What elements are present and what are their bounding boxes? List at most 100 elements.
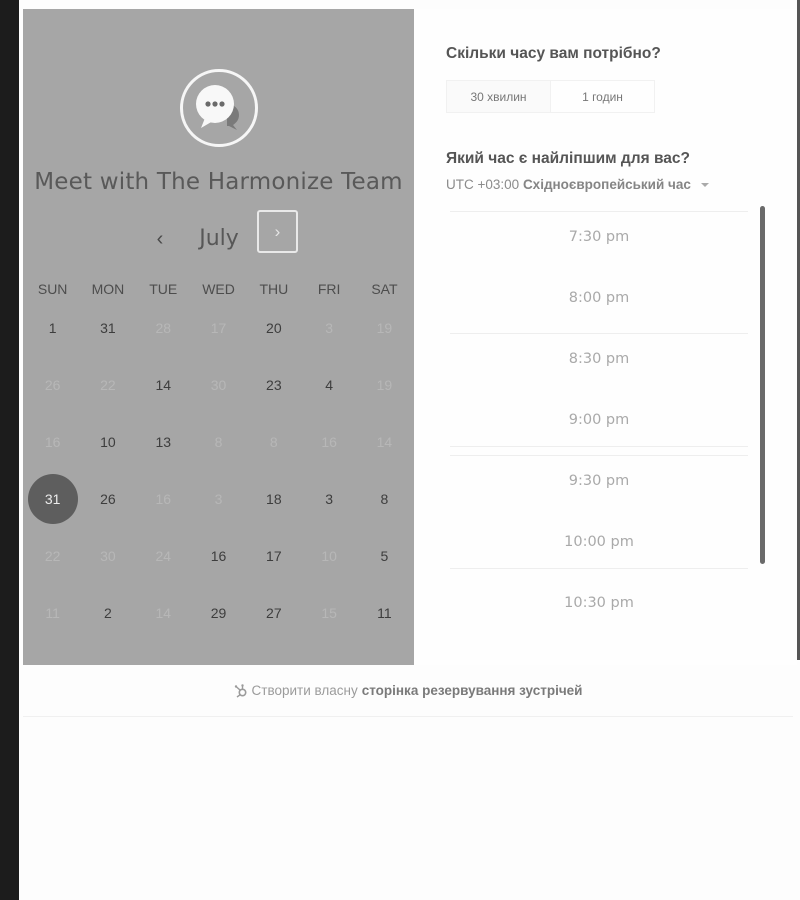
day-number: 24 <box>155 547 172 564</box>
duration-question: Скільки часу вам потрібно? <box>446 45 661 62</box>
calendar-day[interactable]: 20 <box>246 299 301 356</box>
day-number: 10 <box>100 433 116 450</box>
day-number: 28 <box>155 319 172 336</box>
day-number: 5 <box>380 547 389 564</box>
chevron-right-icon: › <box>274 221 281 241</box>
day-number: 15 <box>321 604 337 621</box>
duration-option-1-hour[interactable]: 1 годин <box>551 81 654 112</box>
calendar-day[interactable]: 4 <box>301 356 356 413</box>
day-number: 20 <box>266 319 282 336</box>
calendar-day: 14 <box>357 413 412 470</box>
time-slots-scrollbar[interactable] <box>760 206 765 564</box>
create-booking-page-link[interactable]: сторінка резервування зустрічей <box>362 683 583 698</box>
booking-panel: Скільки часу вам потрібно? 30 хвилин 1 г… <box>414 9 797 665</box>
time-slot[interactable]: 8:00 pm <box>450 278 748 318</box>
calendar-day[interactable]: 29 <box>191 584 246 641</box>
slot-divider <box>450 211 748 212</box>
weekday-label: SAT <box>371 281 398 297</box>
calendar-day: 8 <box>191 413 246 470</box>
weekday-label: SUN <box>37 281 68 297</box>
calendar-day[interactable]: 16 <box>191 527 246 584</box>
calendar-day[interactable]: 27 <box>246 584 301 641</box>
calendar-day: 16 <box>25 413 80 470</box>
day-number: 30 <box>210 376 227 393</box>
day-number: 8 <box>380 490 389 507</box>
prev-month-button[interactable]: ‹ <box>146 218 174 260</box>
day-number: 1 <box>48 319 57 336</box>
calendar-day: 19 <box>357 356 412 413</box>
calendar-day[interactable]: 31 <box>80 299 135 356</box>
calendar-day: 24 <box>136 527 191 584</box>
day-number: 26 <box>100 490 116 507</box>
day-number: 8 <box>214 433 223 450</box>
calendar-day[interactable]: 5 <box>357 527 412 584</box>
day-number: 3 <box>325 490 334 507</box>
day-number: 3 <box>325 319 334 336</box>
day-number: 31 <box>27 473 78 524</box>
slot-divider <box>450 568 748 569</box>
calendar-day[interactable]: 23 <box>246 356 301 413</box>
footer-text: Створити власну <box>251 683 358 698</box>
chat-bubble-icon <box>196 85 239 130</box>
day-number: 31 <box>100 319 116 336</box>
day-number: 14 <box>155 376 172 393</box>
footer: Створити власну сторінка резервування зу… <box>23 665 793 717</box>
slot-divider <box>450 333 748 334</box>
next-month-button[interactable]: › <box>257 210 298 253</box>
calendar-day: 11 <box>25 584 80 641</box>
timezone-name: Східноєвропейський час <box>522 177 691 192</box>
slot-divider <box>450 455 748 456</box>
calendar-day: 10 <box>301 527 356 584</box>
calendar-day: 14 <box>136 584 191 641</box>
day-number: 11 <box>45 604 60 621</box>
calendar-day[interactable]: 13 <box>136 413 191 470</box>
calendar-day[interactable]: 2 <box>80 584 135 641</box>
calendar-day: 30 <box>80 527 135 584</box>
calendar-day: 22 <box>80 356 135 413</box>
time-question: Який час є найліпшим для вас? <box>446 150 690 167</box>
day-number: 8 <box>269 433 278 450</box>
calendar-day: 3 <box>191 470 246 527</box>
day-number: 22 <box>44 547 61 564</box>
calendar-day[interactable]: 17 <box>246 527 301 584</box>
calendar-day[interactable]: 8 <box>357 470 412 527</box>
weekday-header: SUN MON TUE WED THU FRI SAT <box>25 279 414 299</box>
day-number: 19 <box>376 319 393 336</box>
calendar-day[interactable]: 14 <box>136 356 191 413</box>
calendar-day[interactable]: 3 <box>301 470 356 527</box>
time-slot[interactable]: 9:30 pm <box>450 461 748 501</box>
timezone-offset: UTC +03:00 <box>446 177 520 192</box>
day-number: 18 <box>266 490 282 507</box>
day-number: 26 <box>44 376 61 393</box>
meeting-title: Meet with The Harmonize Team <box>34 169 403 195</box>
day-number: 17 <box>210 319 227 336</box>
company-logo <box>180 69 258 147</box>
calendar-day: 16 <box>301 413 356 470</box>
calendar-day[interactable]: 1 <box>25 299 80 356</box>
time-slot[interactable]: 10:00 pm <box>450 522 748 562</box>
weekday-label: FRI <box>317 281 341 297</box>
day-number: 11 <box>377 604 392 621</box>
weekday-label: TUE <box>149 281 178 297</box>
calendar-day[interactable]: 18 <box>246 470 301 527</box>
calendar-day[interactable]: 11 <box>357 584 412 641</box>
day-number: 22 <box>100 376 116 393</box>
day-number: 2 <box>104 604 112 621</box>
calendar-panel: Meet with The Harmonize Team ‹ July › SU… <box>23 9 414 665</box>
day-number: 16 <box>44 433 61 450</box>
selected-day[interactable]: 31 <box>25 470 80 527</box>
calendar-day: 22 <box>25 527 80 584</box>
calendar-day: 28 <box>136 299 191 356</box>
duration-option-30-min[interactable]: 30 хвилин <box>447 81 551 112</box>
time-slot[interactable]: 7:30 pm <box>450 217 748 257</box>
weekday-label: THU <box>259 281 289 297</box>
calendar-day[interactable]: 26 <box>80 470 135 527</box>
time-slot[interactable]: 9:00 pm <box>450 400 748 440</box>
time-slot[interactable]: 8:30 pm <box>450 339 748 379</box>
calendar-day[interactable]: 10 <box>80 413 135 470</box>
day-number: 19 <box>376 376 393 393</box>
timezone-select[interactable]: UTC +03:00 Східноєвропейський час <box>446 177 709 192</box>
calendar-day: 16 <box>136 470 191 527</box>
hubspot-sprocket-icon <box>234 683 248 698</box>
time-slot[interactable]: 10:30 pm <box>450 583 748 623</box>
